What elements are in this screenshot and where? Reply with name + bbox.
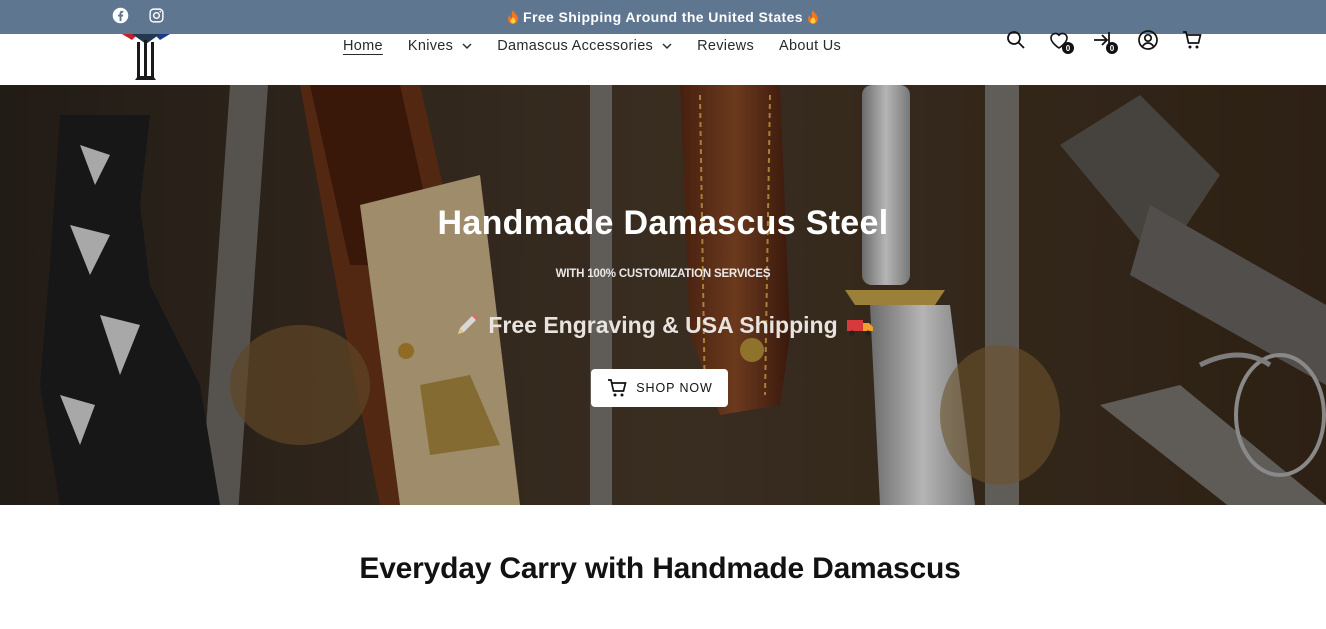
nav-label: Reviews [697,38,755,54]
nav-item-reviews[interactable]: Reviews [697,38,754,54]
instagram-icon[interactable] [148,7,165,24]
nav-label: Home [343,38,383,54]
nav-item-home[interactable]: Home [343,38,383,54]
site-header: Home Knives Damascus Accessories Reviews… [0,30,1326,85]
announcement-bar: Free Shipping Around the United States [0,0,1326,34]
nav-label: About Us [779,38,842,54]
hero-title: Handmade Damascus Steel [437,204,889,242]
announcement-text: Free Shipping Around the United States [523,9,803,25]
hero-overlay [0,85,1326,505]
search-icon[interactable] [1005,29,1027,51]
cart-icon [608,379,627,397]
pencil-icon [454,313,480,338]
nav-label: Knives [407,38,454,54]
chevron-down-icon [662,43,672,49]
brand-logo[interactable] [118,34,174,82]
section-title: Everyday Carry with Handmade Damascus [359,552,961,585]
compare-icon[interactable]: 0 [1092,29,1118,54]
wishlist-icon[interactable]: 0 [1048,29,1074,54]
social-links [112,7,165,24]
hero-promo: Free Engraving & USA Shipping [0,312,1326,339]
wishlist-count-badge: 0 [1062,42,1074,54]
main-nav: Home Knives Damascus Accessories Reviews… [343,34,866,58]
shop-now-button[interactable]: SHOP NOW [591,369,728,407]
truck-icon [846,314,873,338]
account-icon[interactable] [1137,29,1159,51]
hero-subtitle: WITH 100% CUSTOMIZATION SERVICES [555,268,771,280]
hero-banner: Handmade Damascus Steel WITH 100% CUSTOM… [0,85,1326,505]
hero-promo-text: Free Engraving & USA Shipping [488,312,838,338]
chevron-down-icon [462,43,472,49]
cart-icon[interactable] [1181,29,1203,51]
fire-icon [807,10,819,24]
nav-item-knives[interactable]: Knives [408,38,472,54]
nav-label: Damascus Accessories [497,38,654,54]
compare-count-badge: 0 [1106,42,1118,54]
shop-now-label: SHOP NOW [636,381,713,395]
facebook-icon[interactable] [112,7,129,24]
nav-item-about-us[interactable]: About Us [779,38,841,54]
fire-icon [507,10,519,24]
nav-item-damascus-accessories[interactable]: Damascus Accessories [497,38,672,54]
announcement-message: Free Shipping Around the United States [507,9,819,25]
